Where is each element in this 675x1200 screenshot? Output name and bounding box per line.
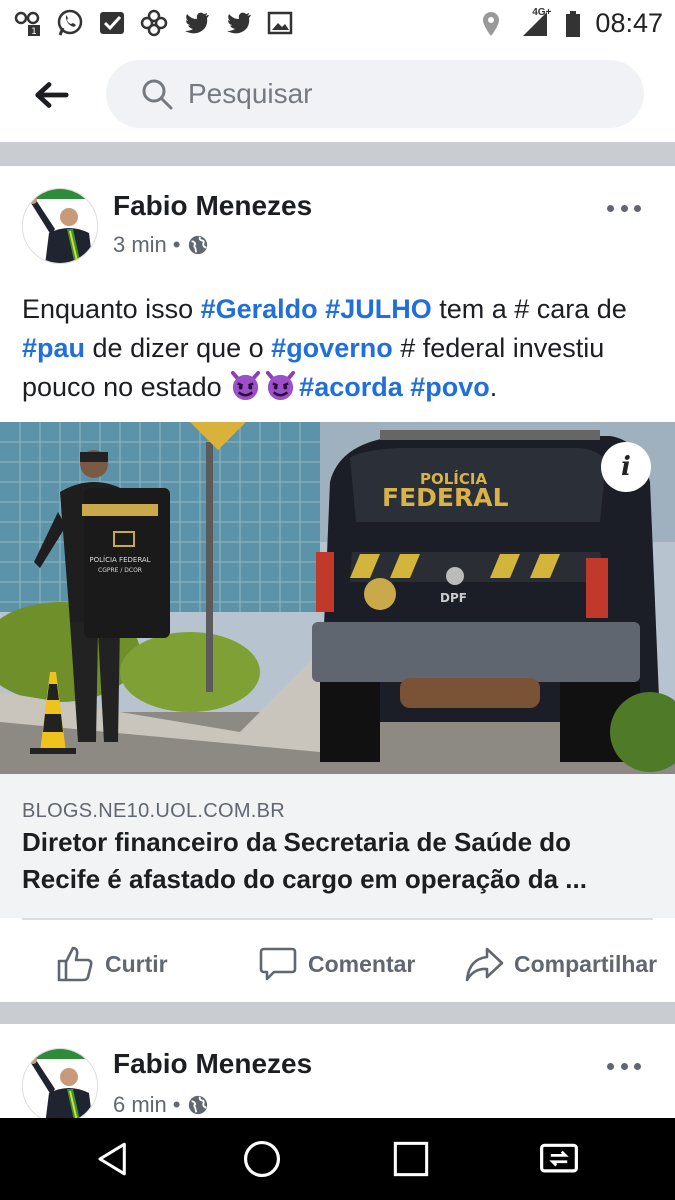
feed-divider bbox=[0, 142, 675, 166]
meta-separator: • bbox=[172, 1092, 181, 1117]
like-button[interactable]: Curtir bbox=[55, 944, 168, 984]
post-options-button[interactable] bbox=[607, 1056, 641, 1076]
search-icon bbox=[142, 79, 173, 110]
twitter-icon bbox=[180, 8, 212, 38]
circle-home-icon bbox=[243, 1140, 281, 1178]
nav-recents-button[interactable] bbox=[388, 1136, 434, 1182]
police-vehicle-photo: POLÍCIA FEDERAL CGPRE / DCOR POLÍCIA FED… bbox=[0, 422, 675, 774]
meta-separator: • bbox=[172, 232, 181, 257]
hashtag-link[interactable]: #pau bbox=[22, 333, 85, 363]
nav-home-button[interactable] bbox=[239, 1136, 285, 1182]
link-preview-image[interactable]: POLÍCIA FEDERAL CGPRE / DCOR POLÍCIA FED… bbox=[0, 422, 675, 774]
hashtag-link[interactable]: #povo bbox=[410, 372, 490, 402]
avatar[interactable] bbox=[22, 188, 98, 264]
dot-icon bbox=[634, 1062, 641, 1070]
search-placeholder: Pesquisar bbox=[188, 78, 313, 109]
avatar[interactable] bbox=[22, 1048, 98, 1118]
post-author[interactable]: Fabio Menezes bbox=[113, 190, 312, 222]
post-options-button[interactable] bbox=[607, 198, 641, 218]
comment-button[interactable]: Comentar bbox=[258, 944, 415, 984]
triangle-back-icon bbox=[98, 1142, 126, 1176]
dot-icon bbox=[607, 204, 614, 212]
dot-icon bbox=[634, 204, 641, 212]
glasses-notification-icon: 1 bbox=[12, 8, 44, 38]
search-input[interactable]: Pesquisar bbox=[106, 60, 644, 128]
notification-icons: 1 bbox=[12, 8, 296, 38]
comment-label: Comentar bbox=[308, 950, 416, 977]
feed-post: Fabio Menezes 6 min • bbox=[0, 1024, 675, 1118]
vest-text: POLÍCIA FEDERAL bbox=[89, 555, 150, 564]
search-header: Pesquisar bbox=[0, 46, 675, 142]
back-button[interactable] bbox=[28, 72, 74, 118]
feed-divider bbox=[0, 1002, 675, 1024]
arrow-left-icon bbox=[35, 82, 69, 108]
dot-icon bbox=[620, 204, 628, 212]
link-title: Diretor financeiro da Secretaria de Saúd… bbox=[22, 827, 587, 894]
post-meta: 3 min • bbox=[113, 232, 209, 258]
thumbs-up-icon bbox=[57, 946, 93, 982]
hashtag-link[interactable]: #Geraldo bbox=[201, 294, 318, 324]
post-time[interactable]: 3 min bbox=[113, 232, 167, 258]
smiling-devil-emoji-icon bbox=[266, 370, 296, 401]
share-arrow-icon bbox=[465, 947, 504, 982]
divider bbox=[22, 918, 653, 920]
post-actions: Curtir Comentar Compartilhar bbox=[0, 926, 675, 1002]
dot-icon bbox=[607, 1062, 614, 1070]
hashtag-link[interactable]: #JULHO bbox=[325, 294, 432, 324]
post-text-segment: . bbox=[489, 372, 498, 402]
whatsapp-icon bbox=[54, 8, 86, 38]
hashtag-link[interactable]: #acorda bbox=[299, 372, 403, 402]
nav-switch-button[interactable] bbox=[536, 1136, 582, 1182]
system-navigation-bar bbox=[0, 1118, 675, 1200]
post-text-segment: tem a # cara de bbox=[431, 294, 627, 324]
twitter-icon bbox=[222, 8, 254, 38]
smiling-devil-emoji-icon bbox=[231, 370, 261, 401]
switch-windows-icon bbox=[540, 1143, 578, 1173]
signal-icon: 4G+ bbox=[519, 6, 552, 39]
checkbox-icon bbox=[96, 8, 128, 38]
comment-icon bbox=[259, 947, 297, 981]
post-author[interactable]: Fabio Menezes bbox=[113, 1048, 312, 1080]
dot-icon bbox=[620, 1062, 628, 1070]
globe-icon bbox=[188, 1095, 207, 1115]
info-button[interactable]: i bbox=[601, 442, 651, 492]
network-type: 4G+ bbox=[532, 6, 552, 18]
link-preview-caption[interactable]: BLOGS.NE10.UOL.COM.BR Diretor financeiro… bbox=[0, 774, 675, 918]
post-text-segment: Enquanto isso bbox=[22, 294, 201, 324]
system-icons: 4G+ 08:47 bbox=[475, 6, 663, 39]
post-meta: 6 min • bbox=[113, 1092, 209, 1118]
svg-text:1: 1 bbox=[31, 27, 37, 37]
nav-back-button[interactable] bbox=[90, 1136, 136, 1182]
status-bar: 1 4G+ 08:47 bbox=[0, 0, 675, 46]
gallery-icon bbox=[264, 8, 296, 38]
share-label: Compartilhar bbox=[514, 950, 658, 977]
post-time[interactable]: 6 min bbox=[113, 1092, 167, 1118]
globe-icon bbox=[188, 235, 207, 255]
link-domain: BLOGS.NE10.UOL.COM.BR bbox=[22, 800, 286, 822]
feed-post: Fabio Menezes 3 min • Enquanto isso #Ger… bbox=[0, 166, 675, 1002]
vest-subtext: CGPRE / DCOR bbox=[98, 567, 142, 574]
clover-icon bbox=[138, 8, 170, 38]
like-label: Curtir bbox=[105, 950, 168, 977]
square-recents-icon bbox=[393, 1141, 429, 1177]
battery-icon bbox=[563, 9, 583, 39]
post-text: Enquanto isso #Geraldo #JULHO tem a # ca… bbox=[22, 290, 662, 407]
post-text-segment: de dizer que o bbox=[85, 333, 272, 363]
hashtag-link[interactable]: #governo bbox=[271, 333, 393, 363]
location-icon bbox=[475, 9, 507, 39]
vehicle-label-main: FEDERAL bbox=[382, 483, 509, 512]
clock: 08:47 bbox=[595, 8, 663, 38]
vehicle-plate-label: DPF bbox=[440, 591, 467, 605]
share-button[interactable]: Compartilhar bbox=[464, 944, 657, 984]
